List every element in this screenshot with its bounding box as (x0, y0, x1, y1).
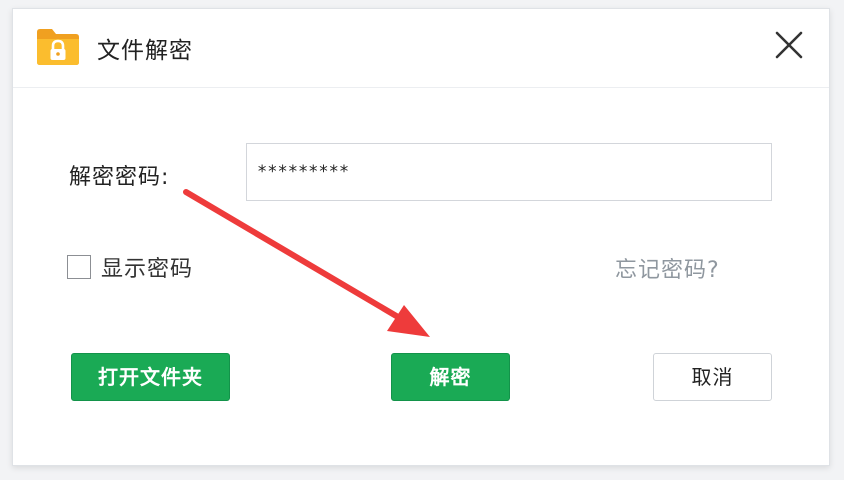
show-password-toggle[interactable]: 显示密码 (67, 251, 193, 283)
lock-folder-icon (37, 29, 79, 65)
file-decrypt-dialog: 文件解密 解密密码: 显示密码 忘记密码? 打开文件夹 解密 取消 (12, 8, 830, 466)
show-password-checkbox[interactable] (67, 255, 91, 279)
password-label: 解密密码: (69, 165, 170, 190)
password-input[interactable] (246, 143, 772, 201)
show-password-label: 显示密码 (101, 257, 194, 282)
dialog-titlebar: 文件解密 (13, 9, 829, 88)
dialog-title: 文件解密 (97, 38, 193, 64)
open-folder-button[interactable]: 打开文件夹 (71, 353, 230, 401)
decrypt-button[interactable]: 解密 (391, 353, 510, 401)
close-icon[interactable] (771, 27, 807, 63)
cancel-button[interactable]: 取消 (653, 353, 772, 401)
screen: 文件解密 解密密码: 显示密码 忘记密码? 打开文件夹 解密 取消 (0, 0, 844, 480)
forgot-password-link[interactable]: 忘记密码? (615, 252, 720, 284)
